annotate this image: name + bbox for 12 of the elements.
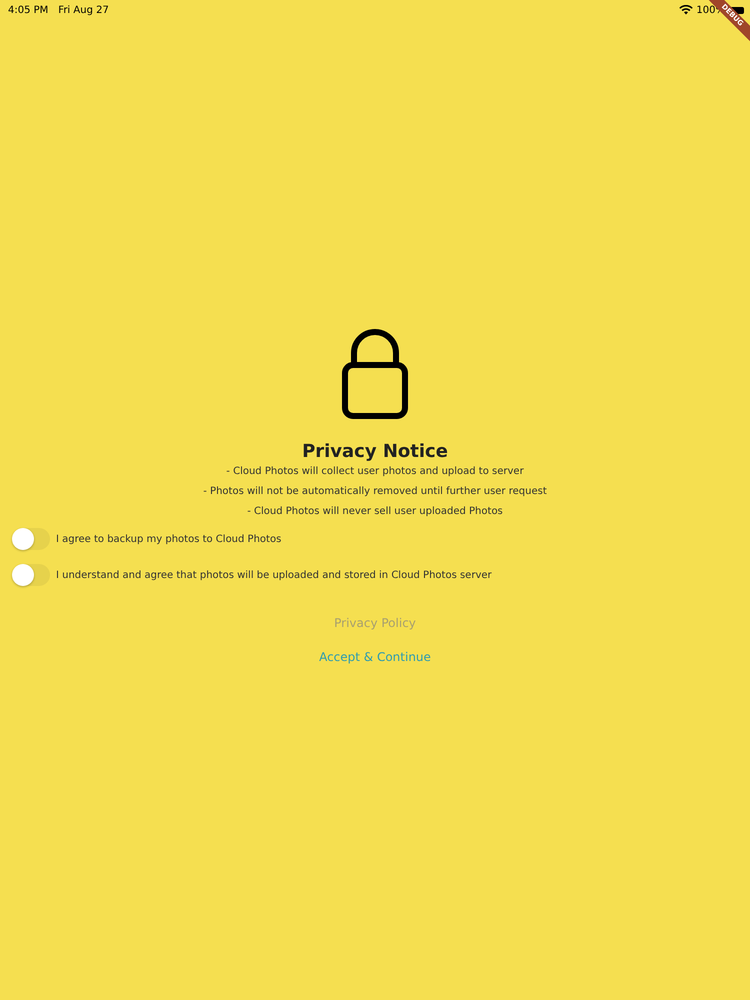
title: Privacy Notice <box>302 441 448 462</box>
wifi-icon <box>679 5 694 15</box>
consent-label: I agree to backup my photos to Cloud Photos <box>56 534 282 544</box>
notice-line: - Cloud Photos will never sell user uploaded Photos <box>247 505 503 519</box>
notice-line: - Photos will not be automatically removed until further user request <box>203 485 547 499</box>
notice-line: - Cloud Photos will collect user photos and upload to server <box>226 465 524 479</box>
consent-label: I understand and agree that photos will be uploaded and stored in Cloud Photos server <box>56 570 492 580</box>
toggle-switch[interactable] <box>12 564 50 586</box>
status-time: 4:05 PM <box>8 4 48 16</box>
status-date: Fri Aug 27 <box>58 4 109 16</box>
toggle-switch[interactable] <box>12 528 50 550</box>
text-button[interactable]: Accept & Continue <box>315 648 435 666</box>
